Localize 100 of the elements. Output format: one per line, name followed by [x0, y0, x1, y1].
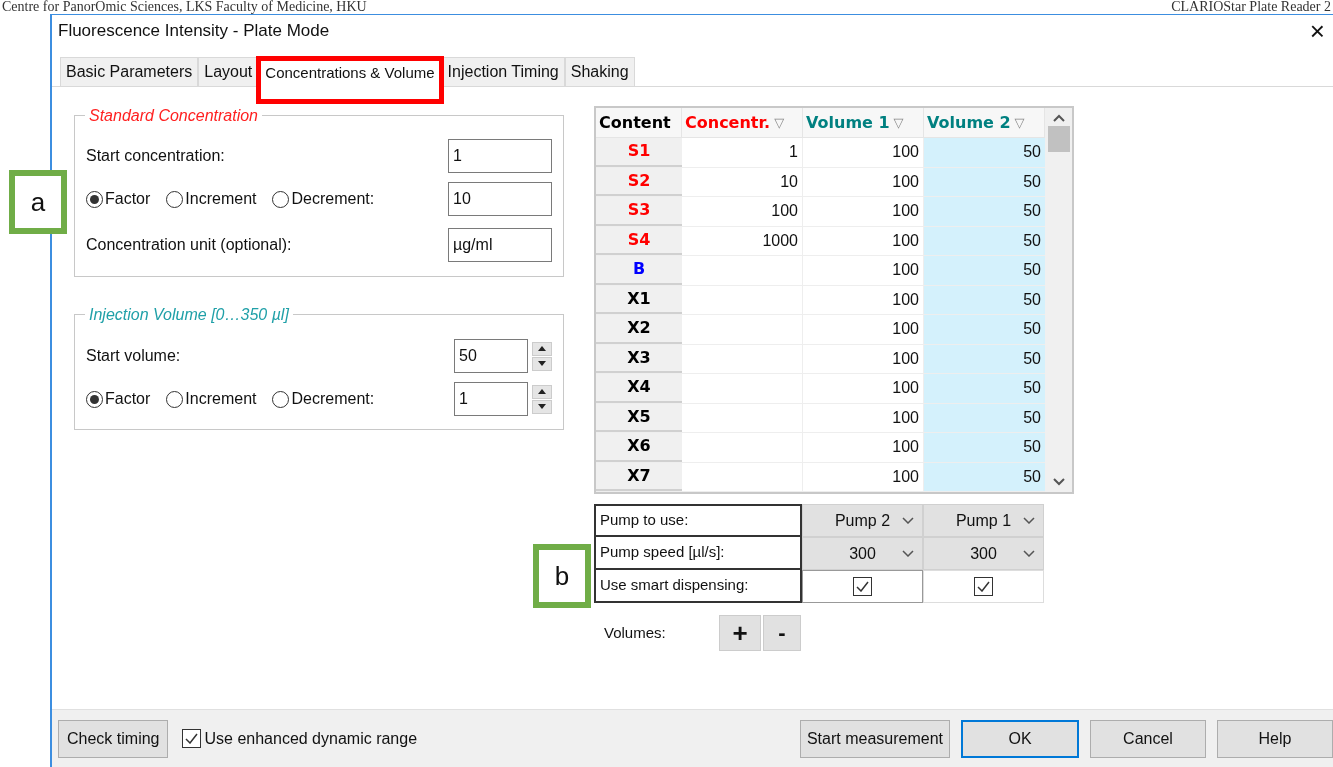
annotation-label: b — [533, 544, 591, 608]
table-cell-text: 100 — [771, 201, 798, 222]
checkbox[interactable] — [853, 577, 872, 596]
window-title: Fluorescence Intensity - Plate Mode — [58, 20, 330, 43]
tab[interactable]: Concentrations & Volume — [256, 56, 444, 104]
checkbox[interactable] — [182, 729, 202, 748]
table-cell-text: 100 — [892, 466, 919, 487]
spin-up-icon[interactable] — [532, 341, 552, 356]
remove-volume-button[interactable]: - — [763, 615, 801, 651]
page-header-text: CLARIOStar Plate Reader 2 — [1171, 0, 1331, 14]
table-cell-text: 50 — [1023, 319, 1041, 340]
table-cell-text: 100 — [892, 230, 919, 251]
column-header[interactable]: Content — [596, 108, 682, 137]
dropdown[interactable]: 300 — [802, 537, 923, 570]
tab[interactable]: Injection Timing — [441, 57, 565, 87]
scroll-up-icon[interactable] — [1052, 114, 1065, 122]
dialog-button[interactable]: Cancel — [1090, 719, 1206, 758]
spin-down-icon[interactable] — [532, 356, 552, 371]
dropdown[interactable]: Pump 1 — [923, 504, 1044, 537]
setting-label: Use smart dispensing: — [594, 568, 802, 603]
table-cell-text: 100 — [892, 201, 919, 222]
close-button[interactable]: × — [1305, 18, 1329, 44]
volumes-label: Volumes: — [604, 622, 667, 643]
row-header[interactable]: S1 — [596, 138, 682, 167]
setting-label: Pump to use: — [594, 504, 802, 537]
table-cell-text: 10 — [780, 171, 798, 192]
field-label: Concentration unit (optional): — [86, 235, 292, 255]
column-header[interactable]: Concentr. ▽ — [682, 108, 803, 137]
field-label: Start volume: — [86, 346, 181, 366]
spin-field[interactable]: 1 — [454, 382, 528, 416]
field-label: Start concentration: — [86, 146, 225, 166]
dropdown[interactable]: Pump 2 — [802, 504, 923, 537]
table-cell-text: 50 — [1023, 142, 1041, 163]
table-cell-text: 100 — [892, 319, 919, 340]
row-header[interactable]: X7 — [596, 462, 682, 491]
row-header[interactable]: X4 — [596, 374, 682, 403]
radio-option[interactable]: Decrement: — [272, 187, 375, 211]
row-header[interactable]: S4 — [596, 226, 682, 255]
input-field[interactable]: µg/ml — [448, 228, 552, 262]
table-cell-text: 50 — [1023, 201, 1041, 222]
check-timing-button[interactable]: Check timing — [58, 719, 169, 758]
chevron-down-icon — [902, 550, 914, 557]
table-cell-text: 100 — [892, 348, 919, 369]
table-cell-text: 100 — [892, 171, 919, 192]
tab[interactable]: Shaking — [564, 57, 635, 87]
row-header[interactable]: X1 — [596, 285, 682, 314]
table-cell-text: 100 — [892, 260, 919, 281]
radio-option[interactable]: Factor — [86, 387, 151, 411]
table-cell-text: 100 — [892, 407, 919, 428]
column-header[interactable]: Volume 2 ▽ — [924, 108, 1045, 137]
row-header[interactable]: S2 — [596, 167, 682, 196]
dropdown[interactable]: 300 — [923, 537, 1044, 570]
table-cell-text: 1000 — [762, 230, 798, 251]
table-cell-text: 50 — [1023, 348, 1041, 369]
table-cell-text: 50 — [1023, 260, 1041, 281]
table-cell-text: 50 — [1023, 466, 1041, 487]
table-cell-text: 50 — [1023, 407, 1041, 428]
radio-option[interactable]: Increment — [166, 387, 257, 411]
dialog-button[interactable]: Start measurement — [799, 719, 950, 758]
table-cell-text: 1 — [789, 142, 798, 163]
setting-label: Pump speed [µl/s]: — [594, 535, 802, 570]
checkbox-label: Use enhanced dynamic range — [204, 728, 418, 749]
row-header[interactable]: B — [596, 256, 682, 285]
chevron-down-icon — [902, 517, 914, 524]
tab[interactable]: Layout — [198, 57, 259, 87]
dialog-button[interactable]: OK — [961, 719, 1079, 758]
spin-field[interactable]: 50 — [454, 339, 528, 373]
table-cell-text: 50 — [1023, 437, 1041, 458]
row-header[interactable]: X6 — [596, 433, 682, 462]
chevron-down-icon — [1023, 517, 1035, 524]
tab[interactable]: Basic Parameters — [60, 57, 199, 87]
row-header[interactable]: X3 — [596, 344, 682, 373]
page-header-text: Centre for PanorOmic Sciences, LKS Faculty of Medicine, HKU — [2, 0, 367, 14]
table-cell-text: 100 — [892, 437, 919, 458]
input-field[interactable]: 1 — [448, 139, 552, 173]
scrollbar[interactable] — [1045, 108, 1072, 492]
radio-option[interactable]: Decrement: — [272, 387, 375, 411]
spin-down-icon[interactable] — [532, 399, 552, 414]
table-cell-text: 100 — [892, 289, 919, 310]
table-cell-text: 100 — [892, 378, 919, 399]
table-cell-text: 50 — [1023, 230, 1041, 251]
input-field[interactable]: 10 — [448, 182, 552, 216]
table-cell-text: 50 — [1023, 171, 1041, 192]
scroll-thumb[interactable] — [1047, 126, 1070, 152]
row-header[interactable]: X2 — [596, 315, 682, 344]
chevron-down-icon — [1023, 550, 1035, 557]
row-header[interactable]: S3 — [596, 197, 682, 226]
table-cell-text: 100 — [892, 142, 919, 163]
spin-up-icon[interactable] — [532, 384, 552, 399]
radio-option[interactable]: Factor — [86, 187, 151, 211]
add-volume-button[interactable]: + — [719, 615, 761, 651]
checkbox[interactable] — [974, 577, 993, 596]
table-cell-text: 50 — [1023, 289, 1041, 310]
dialog-button[interactable]: Help — [1217, 719, 1333, 758]
scroll-down-icon[interactable] — [1052, 478, 1065, 486]
table-cell-text: 50 — [1023, 378, 1041, 399]
row-header[interactable]: X5 — [596, 403, 682, 432]
radio-option[interactable]: Increment — [166, 187, 257, 211]
column-header[interactable]: Volume 1 ▽ — [803, 108, 924, 137]
annotation-label: a — [9, 170, 67, 234]
